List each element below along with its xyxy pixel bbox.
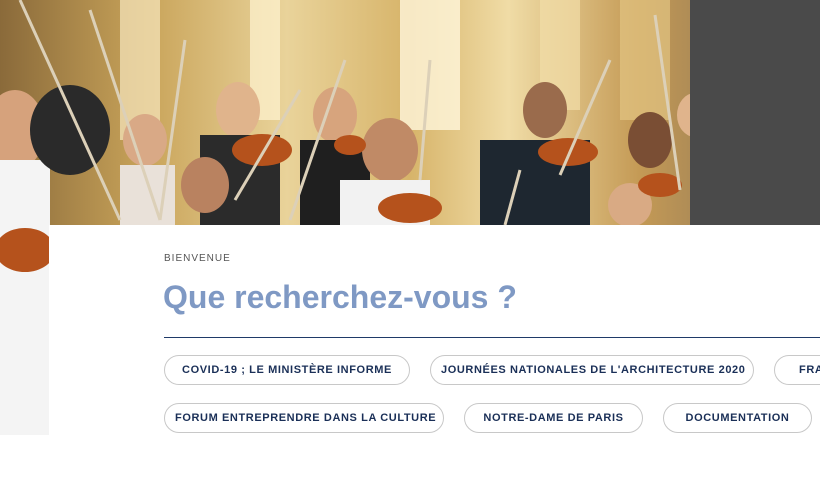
- page-title: Que recherchez-vous ?: [163, 279, 517, 315]
- chip-notre-dame[interactable]: NOTRE-DAME DE PARIS: [464, 403, 643, 433]
- chip-forum-entreprendre[interactable]: FORUM ENTREPRENDRE DANS LA CULTURE: [164, 403, 444, 433]
- chip-covid[interactable]: COVID-19 ; LE MINISTÈRE INFORME: [164, 355, 410, 385]
- welcome-panel: BIENVENUE Que recherchez-vous ? COVID-19…: [49, 225, 820, 477]
- chip-france-truncated[interactable]: FRA: [774, 355, 820, 385]
- title-divider: [164, 337, 820, 338]
- welcome-eyebrow: BIENVENUE: [164, 253, 231, 264]
- chip-documentation[interactable]: DOCUMENTATION: [663, 403, 812, 433]
- chip-journees-architecture[interactable]: JOURNÉES NATIONALES DE L'ARCHITECTURE 20…: [430, 355, 754, 385]
